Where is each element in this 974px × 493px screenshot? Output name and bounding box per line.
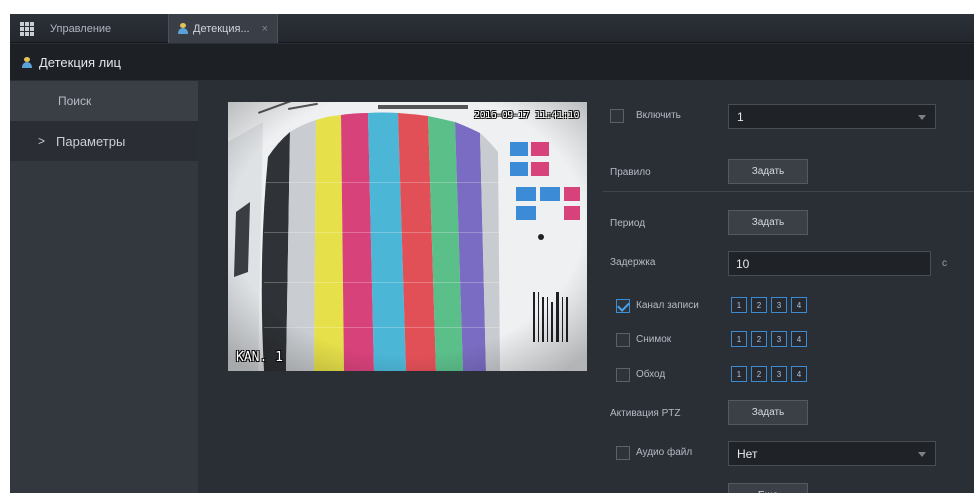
snapshot-label: Снимок bbox=[636, 334, 672, 345]
tour-channel-4-button[interactable]: 4 bbox=[791, 366, 807, 382]
tab-detection-label: Детекция... bbox=[193, 22, 250, 35]
chevron-down-icon bbox=[918, 452, 926, 457]
snapshot-channel-buttons: 1 2 3 4 bbox=[731, 331, 811, 347]
camera-image bbox=[228, 102, 587, 371]
audio-file-select[interactable]: Нет bbox=[728, 441, 936, 466]
tour-channel-buttons: 1 2 3 4 bbox=[731, 366, 811, 382]
tour-label: Обход bbox=[636, 369, 666, 380]
app-window: Управление Детекция... × Детекция лиц По… bbox=[10, 14, 974, 493]
camera-timestamp: 2016-09-17 11:41:10 bbox=[474, 110, 579, 121]
more-button[interactable]: Еще bbox=[728, 483, 808, 493]
rule-label: Правило bbox=[610, 167, 651, 178]
divider bbox=[603, 191, 974, 192]
sidebar: Поиск > Параметры bbox=[10, 81, 198, 493]
chevron-right-icon: > bbox=[38, 134, 46, 148]
sidebar-item-label: Параметры bbox=[56, 133, 126, 149]
tour-channel-1-button[interactable]: 1 bbox=[731, 366, 747, 382]
tab-detection[interactable]: Детекция... × bbox=[168, 14, 278, 43]
tour-checkbox[interactable] bbox=[616, 368, 630, 382]
snapshot-channel-1-button[interactable]: 1 bbox=[731, 331, 747, 347]
snapshot-checkbox[interactable] bbox=[616, 333, 630, 347]
tour-channel-2-button[interactable]: 2 bbox=[751, 366, 767, 382]
sidebar-item-search[interactable]: Поиск bbox=[10, 81, 198, 121]
tab-bar: Управление Детекция... × bbox=[10, 14, 974, 43]
delay-label: Задержка bbox=[610, 257, 656, 268]
record-channel-label: Канал записи bbox=[636, 300, 699, 311]
record-channel-1-button[interactable]: 1 bbox=[731, 297, 747, 313]
page-title-bar: Детекция лиц bbox=[10, 44, 974, 80]
snapshot-channel-3-button[interactable]: 3 bbox=[771, 331, 787, 347]
ptz-set-button[interactable]: Задать bbox=[728, 400, 808, 425]
close-icon[interactable]: × bbox=[262, 23, 268, 35]
ptz-activation-label: Активация PTZ bbox=[610, 408, 681, 419]
face-detection-icon bbox=[178, 23, 188, 34]
face-detection-icon bbox=[22, 56, 32, 68]
apps-grid-icon[interactable] bbox=[20, 21, 34, 36]
tab-management-label: Управление bbox=[50, 22, 112, 35]
audio-file-select-value: Нет bbox=[737, 446, 758, 461]
delay-unit: с bbox=[942, 258, 947, 269]
record-channel-2-button[interactable]: 2 bbox=[751, 297, 767, 313]
tour-channel-3-button[interactable]: 3 bbox=[771, 366, 787, 382]
enable-checkbox[interactable] bbox=[610, 109, 624, 123]
rule-set-button[interactable]: Задать bbox=[728, 159, 808, 184]
tab-management[interactable]: Управление bbox=[10, 14, 168, 43]
delay-input[interactable]: 10 bbox=[728, 251, 931, 276]
enable-label: Включить bbox=[636, 110, 681, 121]
record-channel-checkbox[interactable] bbox=[616, 299, 630, 313]
audio-file-label: Аудио файл bbox=[636, 447, 693, 458]
channel-select-value: 1 bbox=[737, 109, 744, 124]
record-channel-4-button[interactable]: 4 bbox=[791, 297, 807, 313]
channel-select[interactable]: 1 bbox=[728, 104, 936, 129]
snapshot-channel-2-button[interactable]: 2 bbox=[751, 331, 767, 347]
camera-channel-name: KAN. 1 bbox=[236, 350, 283, 365]
chevron-down-icon bbox=[918, 115, 926, 120]
sidebar-item-parameters[interactable]: > Параметры bbox=[10, 121, 198, 161]
sidebar-item-label: Поиск bbox=[58, 94, 92, 108]
audio-file-checkbox[interactable] bbox=[616, 446, 630, 460]
record-channel-3-button[interactable]: 3 bbox=[771, 297, 787, 313]
page-title: Детекция лиц bbox=[39, 54, 121, 70]
snapshot-channel-4-button[interactable]: 4 bbox=[791, 331, 807, 347]
period-label: Период bbox=[610, 218, 646, 229]
record-channel-buttons: 1 2 3 4 bbox=[731, 297, 811, 313]
period-set-button[interactable]: Задать bbox=[728, 210, 808, 235]
camera-preview[interactable]: 2016-09-17 11:41:10 KAN. 1 bbox=[228, 102, 587, 371]
main-panel: 2016-09-17 11:41:10 KAN. 1 Включить 1 Пр… bbox=[198, 81, 974, 493]
